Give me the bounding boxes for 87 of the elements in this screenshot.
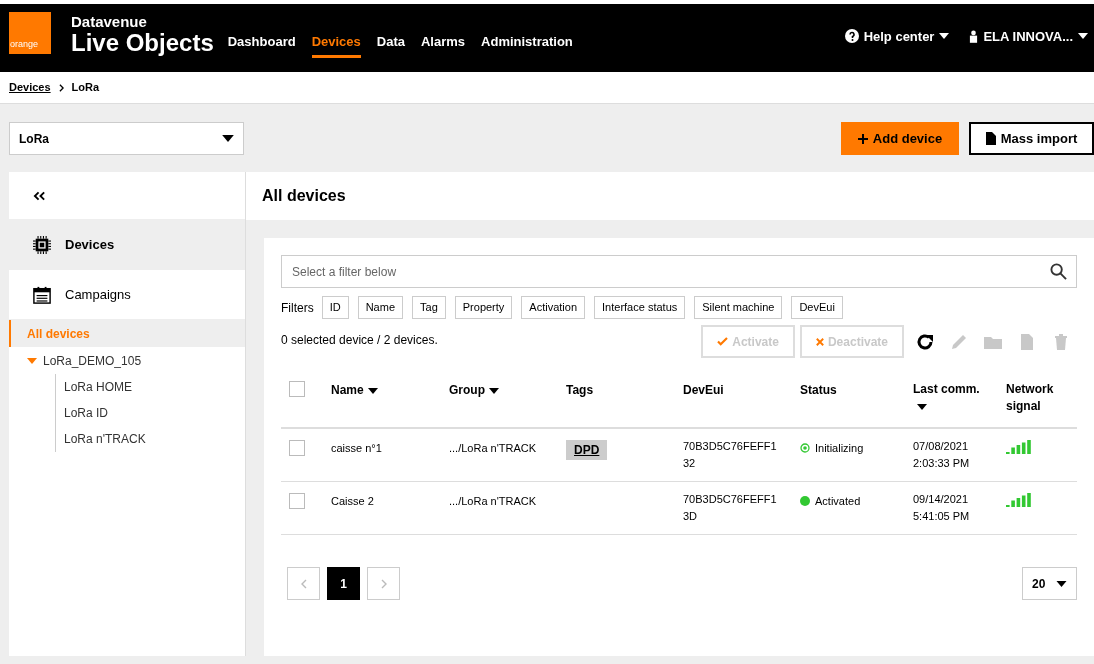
breadcrumb-current: LoRa	[71, 80, 100, 96]
page-title: All devices	[262, 186, 346, 206]
person-icon	[969, 29, 979, 43]
table-cell: caisse n°1	[331, 442, 382, 454]
row-checkbox[interactable]	[289, 440, 305, 456]
cross-icon	[815, 337, 824, 346]
filters-label: Filters	[281, 299, 314, 317]
tree-item[interactable]: LoRa_DEMO_105	[9, 347, 245, 374]
table-cell: .../LoRa n'TRACK	[449, 495, 537, 507]
column-header[interactable]: Last comm.	[913, 381, 991, 415]
breadcrumb-link[interactable]: Devices	[9, 79, 51, 96]
table-cell-text: 32	[683, 456, 697, 471]
page-size-select[interactable]: 20	[1022, 567, 1077, 600]
previous-page-button[interactable]	[287, 567, 320, 600]
chip-icon	[33, 235, 51, 254]
plus-icon	[857, 133, 868, 144]
status-label: Initializing	[815, 441, 864, 456]
caret-icon	[939, 33, 950, 40]
nav-tab[interactable]: Alarms	[421, 30, 466, 58]
filter-chip[interactable]: Interface status	[594, 296, 686, 319]
filter-chip[interactable]: Name	[357, 296, 403, 319]
select-all-checkbox[interactable]	[289, 381, 305, 397]
column-header: Network signal	[1006, 381, 1055, 415]
search-field[interactable]: Select a filter below	[281, 255, 1077, 288]
file-icon	[985, 132, 996, 145]
nav-tab[interactable]: Administration	[481, 30, 573, 58]
table-cell-text: 07/08/2021	[913, 439, 970, 454]
caret-icon	[27, 357, 37, 364]
caret-icon	[1056, 580, 1067, 587]
table-cell: Caisse 2	[331, 495, 374, 507]
table-cell: .../LoRa n'TRACK	[449, 442, 537, 454]
product-name: Live Objects	[71, 30, 214, 56]
filter-chip[interactable]: Silent machine	[694, 296, 783, 319]
status-dot-icon	[800, 496, 810, 507]
tree-item[interactable]: LoRa n'TRACK	[56, 426, 245, 452]
table-cell-text: 70B3D5C76FEFF1	[683, 492, 778, 507]
calendar-icon	[33, 285, 51, 304]
nav-tab[interactable]: Dashboard	[227, 30, 296, 58]
table-cell-text: 5:41:05 PM	[913, 509, 971, 524]
selection-count: 0 selected device / 2 devices.	[281, 332, 438, 349]
caret-icon	[489, 387, 499, 394]
signal-icon	[1006, 493, 1032, 507]
filter-chip[interactable]: DevEui	[791, 296, 843, 319]
sidebar-item[interactable]: Devices	[9, 220, 245, 270]
collapse-icon[interactable]	[33, 190, 46, 201]
help-menu[interactable]: Help center	[844, 26, 950, 46]
logo: orange	[9, 12, 51, 54]
status-ring-icon	[800, 443, 810, 454]
signal-icon	[1006, 440, 1032, 454]
product-line: Datavenue	[71, 14, 148, 30]
column-header: DevEui	[683, 382, 724, 399]
column-header: Status	[800, 382, 837, 399]
caret-icon	[917, 403, 927, 410]
tree-item[interactable]: LoRa ID	[56, 400, 245, 426]
table-cell-text: 09/14/2021	[913, 492, 970, 507]
row-checkbox[interactable]	[289, 493, 305, 509]
search-icon	[1050, 263, 1067, 280]
table-cell-text: 70B3D5C76FEFF1	[683, 439, 778, 454]
tree-item[interactable]: LoRa HOME	[56, 374, 245, 400]
mass-import-button[interactable]: Mass import	[969, 122, 1094, 155]
caret-icon	[222, 135, 234, 142]
user-menu[interactable]: ELA INNOVA...	[969, 26, 1088, 46]
next-page-button[interactable]	[367, 567, 400, 600]
check-icon	[717, 337, 729, 346]
refresh-icon[interactable]	[915, 331, 935, 352]
column-header[interactable]: Group	[449, 382, 499, 399]
nav-tab[interactable]: Data	[376, 30, 405, 58]
column-header[interactable]: Name	[331, 382, 378, 399]
tag[interactable]: DPD	[566, 440, 608, 460]
nav-tab[interactable]: Devices	[311, 30, 361, 58]
chevron-icon	[58, 83, 64, 92]
filter-chip[interactable]: Tag	[412, 296, 446, 319]
caret-icon	[367, 387, 378, 394]
table-cell-text: 3D	[683, 509, 699, 524]
table-cell-text: 2:03:33 PM	[913, 456, 971, 471]
add-device-button[interactable]: Add device	[841, 122, 959, 155]
status-label: Activated	[815, 494, 861, 509]
help-icon	[844, 29, 859, 44]
page-button[interactable]: 1	[327, 567, 360, 600]
filter-chip[interactable]: Property	[454, 296, 513, 319]
chevron-left-icon	[300, 578, 307, 589]
column-header: Tags	[566, 382, 594, 399]
network-select[interactable]: LoRa	[9, 122, 244, 155]
chevron-right-icon	[380, 578, 387, 589]
filter-chip[interactable]: ID	[321, 296, 349, 319]
filter-chip[interactable]: Activation	[521, 296, 586, 319]
caret-icon	[1078, 33, 1088, 40]
